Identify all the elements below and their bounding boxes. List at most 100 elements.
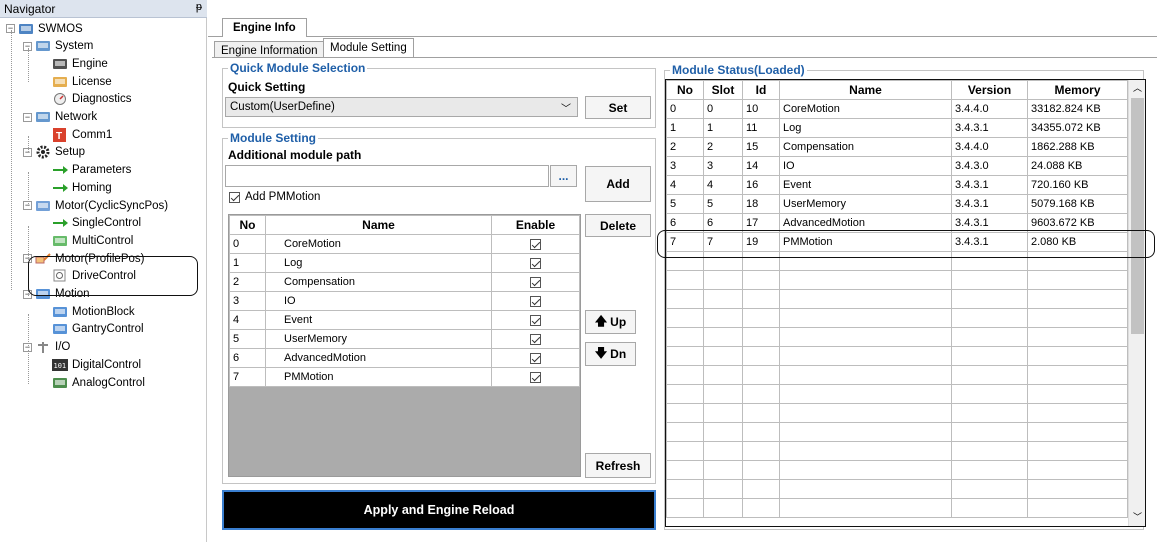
status-row[interactable]: 6 6 17 AdvancedMotion 3.4.3.1 9603.672 KB — [666, 213, 1128, 233]
tree-item-network[interactable]: − Network — [23, 109, 97, 126]
scroll-down-icon[interactable]: ﹀ — [1129, 509, 1145, 526]
status-empty-cell — [1027, 460, 1128, 480]
status-row[interactable]: 0 0 10 CoreMotion 3.4.4.0 33182.824 KB — [666, 99, 1128, 119]
tree-item-i-o[interactable]: − I/O — [23, 339, 70, 356]
status-empty-cell — [1027, 403, 1128, 423]
tree-item-motor-cyclicsyncpos[interactable]: − Motor(CyclicSyncPos) — [23, 197, 168, 214]
module-list-row[interactable]: 0 CoreMotion — [229, 234, 580, 254]
col-no-header[interactable]: No — [229, 215, 266, 235]
add-button[interactable]: Add — [585, 166, 651, 202]
scroll-up-icon[interactable]: ︿ — [1129, 80, 1145, 97]
status-empty-cell — [666, 289, 704, 309]
tree-item-motionblock[interactable]: MotionBlock — [52, 303, 135, 320]
tree-item-engine[interactable]: Engine — [52, 55, 108, 72]
status-row[interactable]: 2 2 15 Compensation 3.4.4.0 1862.288 KB — [666, 137, 1128, 157]
status-scrollbar[interactable]: ︿ ﹀ — [1128, 80, 1145, 526]
quick-setting-combo[interactable]: Custom(UserDefine) ﹀ — [225, 97, 578, 117]
tab-engine-information[interactable]: Engine Information — [214, 41, 325, 58]
status-col-name[interactable]: Name — [779, 80, 952, 100]
tree-connector — [28, 48, 29, 82]
status-row[interactable]: 4 4 16 Event 3.4.3.1 720.160 KB — [666, 175, 1128, 195]
module-list-row[interactable]: 2 Compensation — [229, 272, 580, 292]
enable-checkbox[interactable] — [530, 257, 541, 269]
add-pmmotion-checkbox-row[interactable]: Add PMMotion — [229, 191, 320, 203]
refresh-button[interactable]: Refresh — [585, 453, 651, 478]
module-path-input[interactable] — [225, 165, 549, 187]
tree-item-diagnostics[interactable]: Diagnostics — [52, 91, 131, 108]
module-list-row[interactable]: 6 AdvancedMotion — [229, 348, 580, 368]
down-button[interactable]: 🡇 Dn — [585, 342, 636, 366]
enable-checkbox[interactable] — [530, 352, 541, 364]
tree-item-homing[interactable]: Homing — [52, 179, 112, 196]
status-row[interactable]: 1 1 11 Log 3.4.3.1 34355.072 KB — [666, 118, 1128, 138]
tree-item-multicontrol[interactable]: MultiControl — [52, 232, 133, 249]
status-row[interactable]: 7 7 19 PMMotion 3.4.3.1 2.080 KB — [666, 232, 1128, 252]
tree-item-motor-profilepos[interactable]: − Motor(ProfilePos) — [23, 250, 144, 267]
pin-icon[interactable]: ᵽ — [196, 1, 202, 13]
status-empty-cell — [742, 270, 780, 290]
status-empty-cell — [666, 403, 704, 423]
tab-module-setting[interactable]: Module Setting — [323, 38, 414, 58]
tree-item-comm1[interactable]: T Comm1 — [52, 126, 112, 143]
status-col-version[interactable]: Version — [951, 80, 1028, 100]
tree-item-license[interactable]: License — [52, 73, 112, 90]
delete-button[interactable]: Delete — [585, 214, 651, 237]
module-list-row[interactable]: 3 IO — [229, 291, 580, 311]
tree-item-digitalcontrol[interactable]: 101 DigitalControl — [52, 356, 141, 373]
enable-checkbox[interactable] — [530, 295, 541, 307]
browse-button[interactable]: ... — [550, 165, 577, 187]
tree-item-setup[interactable]: − Setup — [23, 144, 85, 161]
add-pmmotion-checkbox[interactable] — [229, 191, 240, 203]
collapse-toggle-icon[interactable]: − — [23, 112, 32, 122]
enable-checkbox[interactable] — [530, 276, 541, 288]
status-col-memory[interactable]: Memory — [1027, 80, 1128, 100]
motion-block-icon — [52, 305, 68, 319]
status-empty-cell — [742, 403, 780, 423]
tree-item-analogcontrol[interactable]: AnalogControl — [52, 374, 145, 391]
tree-item-parameters[interactable]: Parameters — [52, 162, 131, 179]
status-name-cell: Compensation — [779, 137, 952, 157]
tab-engine-info[interactable]: Engine Info — [222, 18, 307, 37]
module-list-row[interactable]: 1 Log — [229, 253, 580, 273]
status-empty-cell — [742, 460, 780, 480]
col-name-header[interactable]: Name — [265, 215, 492, 235]
status-row[interactable]: 3 3 14 IO 3.4.3.0 24.088 KB — [666, 156, 1128, 176]
scrollbar-thumb[interactable] — [1131, 98, 1144, 334]
chevron-down-icon: ﹀ — [561, 104, 571, 115]
set-button[interactable]: Set — [585, 96, 651, 119]
enable-checkbox[interactable] — [530, 314, 541, 326]
status-col-no[interactable]: No — [666, 80, 704, 100]
status-version-cell: 3.4.3.1 — [951, 175, 1028, 195]
module-no-cell: 4 — [229, 310, 266, 330]
module-list-row[interactable]: 7 PMMotion — [229, 367, 580, 387]
tree-item-motion[interactable]: − Motion — [23, 286, 90, 303]
tree-item-gantrycontrol[interactable]: GantryControl — [52, 321, 144, 338]
status-id-cell: 17 — [742, 213, 780, 233]
status-id-cell: 14 — [742, 156, 780, 176]
status-memory-cell: 720.160 KB — [1027, 175, 1128, 195]
status-row[interactable]: 5 5 18 UserMemory 3.4.3.1 5079.168 KB — [666, 194, 1128, 214]
tree-item-drivecontrol[interactable]: DriveControl — [52, 268, 136, 285]
module-name-cell: Compensation — [265, 272, 492, 292]
col-enable-header[interactable]: Enable — [491, 215, 580, 235]
tree-item-system[interactable]: − System — [23, 38, 93, 55]
enable-checkbox[interactable] — [530, 333, 541, 345]
status-empty-cell — [951, 460, 1028, 480]
tree-connector — [28, 136, 29, 152]
status-slot-cell: 4 — [703, 175, 743, 195]
status-empty-cell — [666, 327, 704, 347]
module-list-row[interactable]: 4 Event — [229, 310, 580, 330]
status-col-slot[interactable]: Slot — [703, 80, 743, 100]
status-col-id[interactable]: Id — [742, 80, 780, 100]
enable-checkbox[interactable] — [530, 238, 541, 250]
tree-item-label: MultiControl — [72, 234, 134, 247]
tree-item-singlecontrol[interactable]: SingleControl — [52, 215, 141, 232]
module-list-row[interactable]: 5 UserMemory — [229, 329, 580, 349]
up-button[interactable]: 🡅 Up — [585, 310, 636, 334]
apply-engine-reload-button[interactable]: Apply and Engine Reload — [222, 490, 656, 530]
status-memory-cell: 33182.824 KB — [1027, 99, 1128, 119]
tree-item-label: Homing — [72, 181, 112, 194]
tree-item-swmos[interactable]: − SWMOS — [6, 20, 83, 37]
enable-checkbox[interactable] — [530, 371, 541, 383]
monitor-icon — [18, 22, 34, 36]
